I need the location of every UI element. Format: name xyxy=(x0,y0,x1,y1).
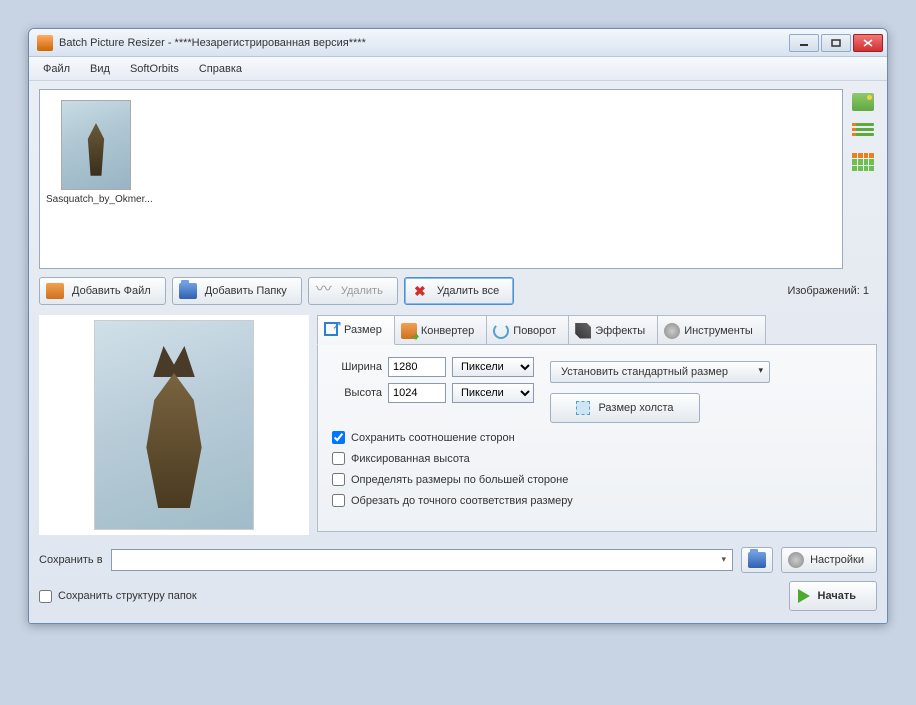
save-path-combo[interactable] xyxy=(111,549,734,571)
folder-icon xyxy=(748,552,766,568)
menu-file[interactable]: Файл xyxy=(33,59,80,79)
add-folder-button[interactable]: Добавить Папку xyxy=(172,277,302,305)
menu-view[interactable]: Вид xyxy=(80,59,120,79)
resize-icon xyxy=(324,322,340,338)
browse-button[interactable] xyxy=(741,547,773,573)
canvas-size-button[interactable]: Размер холста xyxy=(550,393,700,423)
preview-panel xyxy=(39,315,309,535)
tab-tools[interactable]: Инструменты xyxy=(657,315,766,345)
delete-all-button[interactable]: ✖ Удалить все xyxy=(404,277,514,305)
menubar: Файл Вид SoftOrbits Справка xyxy=(29,57,887,81)
crop-exact-checkbox[interactable] xyxy=(332,494,345,507)
canvas-icon xyxy=(576,401,590,415)
minimize-button[interactable] xyxy=(789,34,819,52)
effects-icon xyxy=(575,323,591,339)
gear-icon xyxy=(664,323,680,339)
view-list-icon[interactable] xyxy=(852,123,874,141)
save-in-label: Сохранить в xyxy=(39,554,103,566)
menu-help[interactable]: Справка xyxy=(189,59,252,79)
add-file-button[interactable]: Добавить Файл xyxy=(39,277,166,305)
width-input[interactable] xyxy=(388,357,446,377)
preview-image xyxy=(94,320,254,530)
delete-icon: 〰 xyxy=(315,283,333,299)
fixed-height-checkbox[interactable] xyxy=(332,452,345,465)
height-input[interactable] xyxy=(388,383,446,403)
add-folder-label: Добавить Папку xyxy=(205,285,287,297)
fixed-height-label: Фиксированная высота xyxy=(351,453,470,465)
view-grid-icon[interactable] xyxy=(852,153,874,171)
view-thumbnails-icon[interactable] xyxy=(852,93,874,111)
width-unit-select[interactable]: Пиксели xyxy=(452,357,534,377)
standard-size-button[interactable]: Установить стандартный размер xyxy=(550,361,770,383)
tab-converter[interactable]: Конвертер xyxy=(394,315,487,345)
gear-icon xyxy=(788,552,804,568)
maximize-button[interactable] xyxy=(821,34,851,52)
convert-icon xyxy=(401,323,417,339)
keep-structure-checkbox[interactable] xyxy=(39,590,52,603)
by-larger-checkbox[interactable] xyxy=(332,473,345,486)
menu-softorbits[interactable]: SoftOrbits xyxy=(120,59,189,79)
keep-ratio-checkbox[interactable] xyxy=(332,431,345,444)
add-file-label: Добавить Файл xyxy=(72,285,151,297)
width-label: Ширина xyxy=(332,361,382,373)
start-button[interactable]: Начать xyxy=(789,581,877,611)
height-unit-select[interactable]: Пиксели xyxy=(452,383,534,403)
settings-button[interactable]: Настройки xyxy=(781,547,877,573)
app-icon xyxy=(37,35,53,51)
folder-icon xyxy=(179,283,197,299)
close-button[interactable] xyxy=(853,34,883,52)
arrow-right-icon xyxy=(798,589,810,603)
delete-all-label: Удалить все xyxy=(437,285,499,297)
thumbnail-image xyxy=(61,100,131,190)
tabstrip: Размер Конвертер Поворот Эффекты Инструм… xyxy=(317,315,877,345)
keep-ratio-label: Сохранить соотношение сторон xyxy=(351,432,515,444)
tab-size[interactable]: Размер xyxy=(317,315,395,345)
tab-effects[interactable]: Эффекты xyxy=(568,315,658,345)
height-label: Высота xyxy=(332,387,382,399)
tab-content: Ширина Пиксели Высота Пиксели Уст xyxy=(317,344,877,532)
delete-label: Удалить xyxy=(341,285,383,297)
app-window: Batch Picture Resizer - ****Незарегистри… xyxy=(28,28,888,624)
tab-rotate[interactable]: Поворот xyxy=(486,315,569,345)
thumbnail-label: Sasquatch_by_Okmer... xyxy=(46,194,146,205)
delete-button[interactable]: 〰 Удалить xyxy=(308,277,398,305)
rotate-icon xyxy=(493,323,509,339)
list-item[interactable]: Sasquatch_by_Okmer... xyxy=(46,100,146,205)
keep-structure-label: Сохранить структуру папок xyxy=(58,590,197,602)
file-list[interactable]: Sasquatch_by_Okmer... xyxy=(39,89,843,269)
file-icon xyxy=(46,283,64,299)
by-larger-label: Определять размеры по большей стороне xyxy=(351,474,568,486)
titlebar: Batch Picture Resizer - ****Незарегистри… xyxy=(29,29,887,57)
delete-all-icon: ✖ xyxy=(411,283,429,299)
window-title: Batch Picture Resizer - ****Незарегистри… xyxy=(59,37,789,49)
crop-exact-label: Обрезать до точного соответствия размеру xyxy=(351,495,573,507)
image-count: Изображений: 1 xyxy=(787,285,869,297)
